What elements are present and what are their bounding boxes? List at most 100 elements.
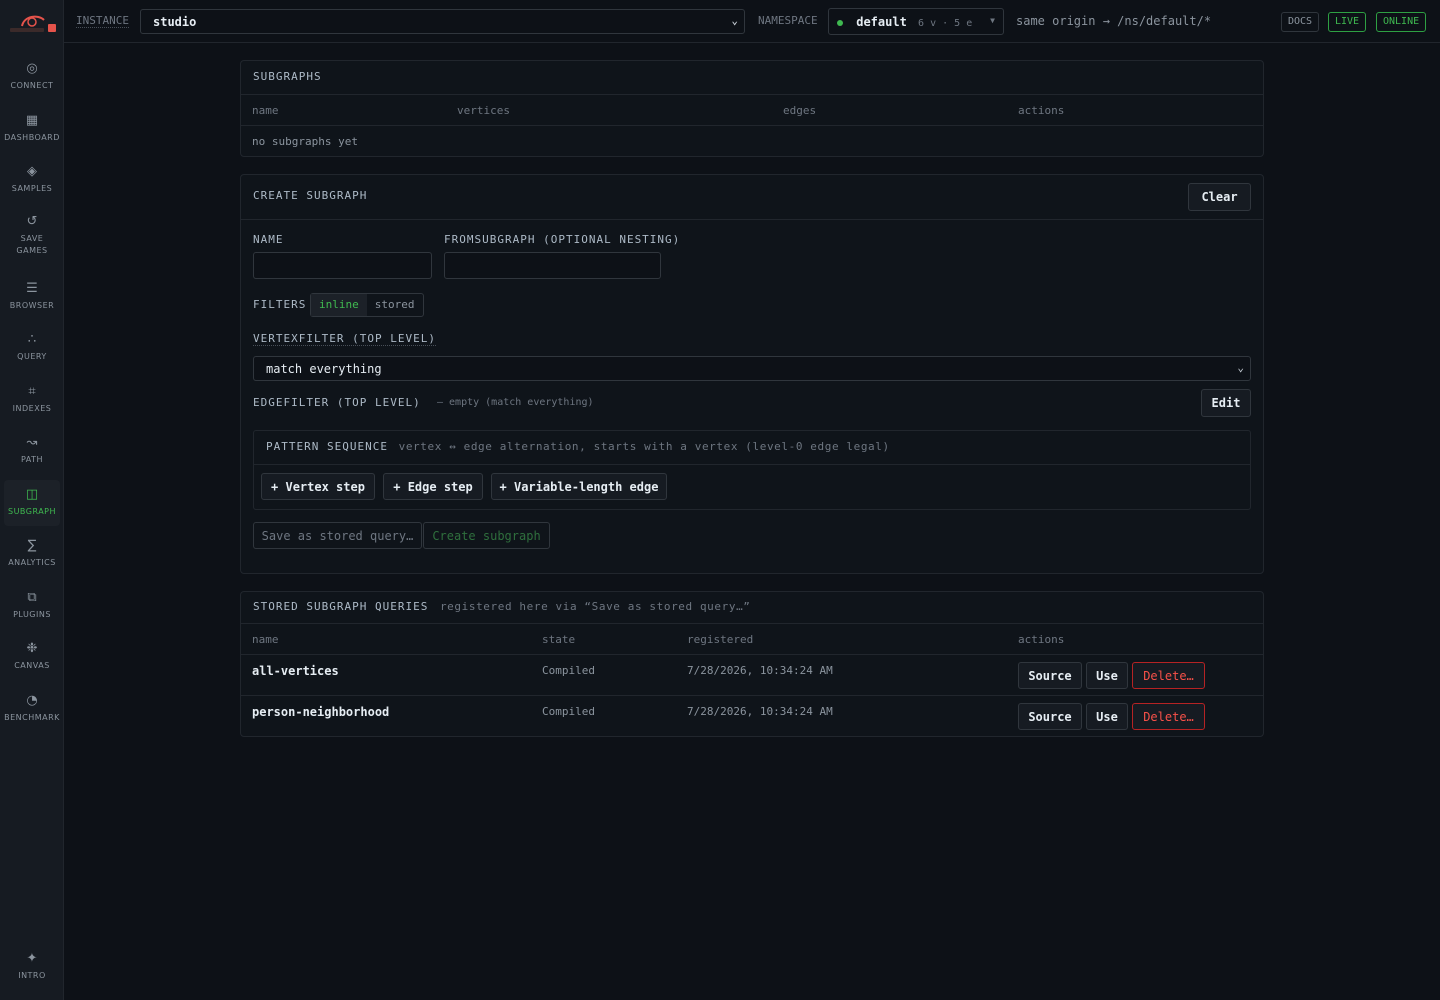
chevron-down-icon: ⌄ xyxy=(731,14,738,27)
column-header: state xyxy=(542,633,576,646)
subgraphs-panel: SUBGRAPHS name vertices edges actions no… xyxy=(240,60,1264,157)
delete-button[interactable]: Delete… xyxy=(1132,662,1205,689)
name-input[interactable] xyxy=(253,252,432,279)
pattern-header: PATTERN SEQUENCE vertex ↔ edge alternati… xyxy=(254,431,1250,465)
canvas-icon: ❉ xyxy=(26,641,38,656)
sidebar-item-label: DASHBOARD xyxy=(4,133,60,142)
save-stored-query-button[interactable]: Save as stored query… xyxy=(253,522,422,549)
sidebar-item-analytics[interactable]: ∑ ANALYTICS xyxy=(4,531,60,577)
caret-down-icon: ▼ xyxy=(990,16,995,25)
target-icon: ◎ xyxy=(26,61,38,76)
namespace-counts: 6 v · 5 e xyxy=(918,18,973,29)
column-header: name xyxy=(252,104,279,117)
subgraphs-title: SUBGRAPHS xyxy=(253,70,322,83)
vertexfilter-select[interactable]: match everything ⌄ xyxy=(253,356,1251,381)
sidebar-item-path[interactable]: ↝ PATH xyxy=(4,428,60,474)
pattern-hint: vertex ↔ edge alternation, starts with a… xyxy=(398,440,890,453)
sidebar-item-label: SUBGRAPH xyxy=(7,507,57,516)
app-logo xyxy=(4,8,60,36)
panel-title: SUBGRAPHS xyxy=(241,61,1263,95)
docs-link[interactable]: DOCS xyxy=(1281,12,1320,32)
from-subgraph-input[interactable] xyxy=(444,252,661,279)
chevron-down-icon: ⌄ xyxy=(1237,361,1244,374)
sidebar-item-label: QUERY xyxy=(17,352,47,361)
add-vertex-step-button[interactable]: + Vertex step xyxy=(261,473,375,500)
source-button[interactable]: Source xyxy=(1018,662,1082,689)
create-subgraph-button[interactable]: Create subgraph xyxy=(423,522,550,549)
query-registered: 7/28/2026, 10:34:24 AM xyxy=(687,705,833,718)
sidebar-item-intro[interactable]: ✦ INTRO xyxy=(4,944,60,990)
sidebar-item-label: CANVAS xyxy=(14,661,50,670)
sidebar-item-canvas[interactable]: ❉ CANVAS xyxy=(4,634,60,680)
empty-message: no subgraphs yet xyxy=(252,135,358,148)
edgefilter-hint: — empty (match everything) xyxy=(437,397,594,408)
instance-label: INSTANCE xyxy=(76,14,129,28)
sparkle-icon: ✦ xyxy=(26,951,38,966)
sidebar-item-label: SAVE GAMES xyxy=(16,234,48,255)
sidebar-item-benchmark[interactable]: ◔ BENCHMARK xyxy=(4,686,60,732)
sidebar-item-save-games[interactable]: ↺ SAVE GAMES xyxy=(4,208,60,264)
sigma-icon: ∑ xyxy=(27,538,37,553)
sidebar-item-label: INDEXES xyxy=(12,404,52,413)
sidebar-item-dashboard[interactable]: ▦ DASHBOARD xyxy=(4,106,60,152)
use-button[interactable]: Use xyxy=(1086,662,1128,689)
sidebar-item-label: CONNECT xyxy=(10,81,54,90)
namespace-select[interactable]: default 6 v · 5 e ▼ xyxy=(828,8,1004,35)
query-state: Compiled xyxy=(542,664,595,677)
delete-button[interactable]: Delete… xyxy=(1132,703,1205,730)
instance-value: studio xyxy=(153,15,197,29)
query-registered: 7/28/2026, 10:34:24 AM xyxy=(687,664,833,677)
query-name: person-neighborhood xyxy=(252,705,390,719)
list-icon: ☰ xyxy=(26,281,38,296)
column-header: registered xyxy=(687,633,754,646)
sidebar-item-label: PATH xyxy=(20,455,44,464)
origin-text: same origin → /ns/default/* xyxy=(1016,14,1212,28)
column-header: name xyxy=(252,633,279,646)
edit-edgefilter-button[interactable]: Edit xyxy=(1201,389,1251,417)
status-dot-icon xyxy=(837,19,843,26)
dashboard-icon: ▦ xyxy=(25,113,39,128)
filters-toggle: inline stored xyxy=(310,293,424,317)
stored-subtitle: registered here via “Save as stored quer… xyxy=(439,600,751,613)
sidebar-item-subgraph[interactable]: ◫ SUBGRAPH xyxy=(4,480,60,526)
vertexfilter-value: match everything xyxy=(266,362,382,376)
sidebar-item-label: BROWSER xyxy=(9,301,55,310)
sidebar-item-label: BENCHMARK xyxy=(4,713,60,722)
sidebar-item-plugins[interactable]: ⧉ PLUGINS xyxy=(4,583,60,629)
stored-title: STORED SUBGRAPH QUERIES xyxy=(253,600,429,613)
sidebar: ◎ CONNECT ▦ DASHBOARD ◈ SAMPLES ↺ SAVE GAMES ☰ BR… xyxy=(0,0,64,1000)
use-button[interactable]: Use xyxy=(1086,703,1128,730)
hash-icon: ⌗ xyxy=(28,384,36,399)
add-variable-length-edge-button[interactable]: + Variable-length edge xyxy=(491,473,667,500)
plugins-icon: ⧉ xyxy=(27,590,37,605)
benchmark-icon: ◔ xyxy=(26,693,38,708)
clear-button[interactable]: Clear xyxy=(1188,183,1251,211)
sidebar-item-browser[interactable]: ☰ BROWSER xyxy=(4,274,60,320)
column-header: edges xyxy=(783,104,817,117)
filters-label: FILTERS xyxy=(253,298,307,311)
sidebar-item-label: INTRO xyxy=(18,971,46,980)
instance-select[interactable]: studio ⌄ xyxy=(140,9,745,34)
edgefilter-label: EDGEFILTER (TOP LEVEL) xyxy=(253,396,421,409)
panel-title: CREATE SUBGRAPH xyxy=(241,175,1263,220)
create-subgraph-panel: CREATE SUBGRAPH Clear NAME FROMSUBGRAPH … xyxy=(240,174,1264,574)
online-badge: ONLINE xyxy=(1376,12,1427,32)
sidebar-item-label: PLUGINS xyxy=(13,610,51,619)
filter-inline-tab[interactable]: inline xyxy=(311,294,367,316)
subgraph-icon: ◫ xyxy=(25,487,39,502)
add-edge-step-button[interactable]: + Edge step xyxy=(383,473,483,500)
filter-stored-tab[interactable]: stored xyxy=(367,294,423,316)
query-icon: ∴ xyxy=(27,332,37,347)
pattern-sequence: PATTERN SEQUENCE vertex ↔ edge alternati… xyxy=(253,430,1251,510)
name-label: NAME xyxy=(253,233,284,246)
panel-title: STORED SUBGRAPH QUERIES registered here … xyxy=(241,592,1263,624)
source-button[interactable]: Source xyxy=(1018,703,1082,730)
refresh-icon: ↺ xyxy=(26,214,38,229)
live-badge: LIVE xyxy=(1328,12,1367,32)
sidebar-item-indexes[interactable]: ⌗ INDEXES xyxy=(4,377,60,423)
sidebar-item-query[interactable]: ∴ QUERY xyxy=(4,325,60,371)
stored-queries-panel: STORED SUBGRAPH QUERIES registered here … xyxy=(240,591,1264,737)
column-header: actions xyxy=(1018,633,1065,646)
sidebar-item-samples[interactable]: ◈ SAMPLES xyxy=(4,157,60,203)
sidebar-item-connect[interactable]: ◎ CONNECT xyxy=(4,54,60,100)
